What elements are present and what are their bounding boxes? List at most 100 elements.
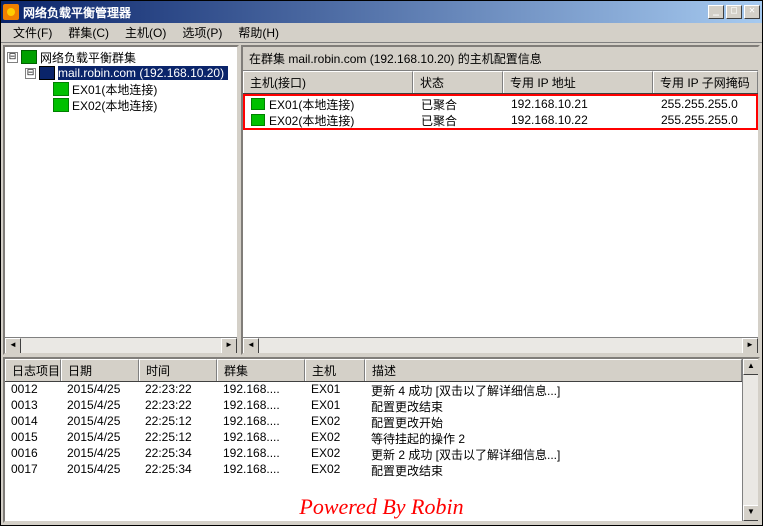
table-row[interactable]: EX01(本地连接) 已聚合 192.168.10.21 255.255.255… <box>245 96 756 112</box>
scroll-right-button[interactable]: ► <box>221 338 237 354</box>
log-columns: 日志项目 日期 时间 群集 主机 描述 <box>5 359 742 382</box>
cell-host: EX01 <box>305 382 365 398</box>
scroll-down-button[interactable]: ▼ <box>743 505 758 521</box>
log-row[interactable]: 0016 2015/4/25 22:25:34 192.168.... EX02… <box>5 446 742 462</box>
menu-help[interactable]: 帮助(H) <box>230 22 287 43</box>
detail-scrollbar-h[interactable]: ◄ ► <box>243 337 758 353</box>
cell-desc: 更新 4 成功 [双击以了解详细信息...] <box>365 382 742 398</box>
tree-panel: ⊟ 网络负载平衡群集 ⊟ mail.robin.com (192.168.10.… <box>3 45 239 355</box>
tree-node-label: EX02(本地连接) <box>72 97 157 114</box>
col-log-date[interactable]: 日期 <box>61 359 139 381</box>
cell-time: 22:23:22 <box>139 382 217 398</box>
cell-idx: 0015 <box>5 430 61 446</box>
tree-node-ex02[interactable]: EX02(本地连接) <box>7 97 235 113</box>
cell-cluster: 192.168.... <box>217 462 305 478</box>
menu-cluster[interactable]: 群集(C) <box>60 22 117 43</box>
window-controls: _ □ ✕ <box>708 5 760 19</box>
tree-scrollbar-h[interactable]: ◄ ► <box>5 337 237 353</box>
cell-idx: 0012 <box>5 382 61 398</box>
col-log-idx[interactable]: 日志项目 <box>5 359 61 381</box>
scroll-right-button[interactable]: ► <box>742 338 758 354</box>
cell-mask: 255.255.255.0 <box>655 97 756 111</box>
cell-idx: 0014 <box>5 414 61 430</box>
cell-mask: 255.255.255.0 <box>655 113 756 127</box>
scroll-up-button[interactable]: ▲ <box>743 359 758 375</box>
menu-file[interactable]: 文件(F) <box>5 22 60 43</box>
scroll-left-button[interactable]: ◄ <box>243 338 259 354</box>
close-button[interactable]: ✕ <box>744 5 760 19</box>
scroll-track[interactable] <box>259 338 742 353</box>
menubar: 文件(F) 群集(C) 主机(O) 选项(P) 帮助(H) <box>1 23 762 43</box>
cell-desc: 配置更改结束 <box>365 398 742 414</box>
cell-time: 22:25:12 <box>139 430 217 446</box>
cluster-group-icon <box>21 50 37 64</box>
scroll-track[interactable] <box>21 338 221 353</box>
cell-ip: 192.168.10.22 <box>505 113 655 127</box>
top-panels: ⊟ 网络负载平衡群集 ⊟ mail.robin.com (192.168.10.… <box>3 45 760 355</box>
log-row[interactable]: 0015 2015/4/25 22:25:12 192.168.... EX02… <box>5 430 742 446</box>
expand-icon[interactable]: ⊟ <box>7 52 18 63</box>
menu-host[interactable]: 主机(O) <box>117 22 174 43</box>
cell-cluster: 192.168.... <box>217 382 305 398</box>
log-row[interactable]: 0014 2015/4/25 22:25:12 192.168.... EX02… <box>5 414 742 430</box>
cell-desc: 配置更改开始 <box>365 414 742 430</box>
scroll-track[interactable] <box>743 375 758 505</box>
tree-cluster[interactable]: ⊟ mail.robin.com (192.168.10.20) <box>7 65 235 81</box>
minimize-button[interactable]: _ <box>708 5 724 19</box>
titlebar: 网络负载平衡管理器 _ □ ✕ <box>1 1 762 23</box>
menu-options[interactable]: 选项(P) <box>174 22 230 43</box>
app-icon <box>3 4 19 20</box>
col-log-desc[interactable]: 描述 <box>365 359 742 381</box>
log-row[interactable]: 0017 2015/4/25 22:25:34 192.168.... EX02… <box>5 462 742 478</box>
log-row[interactable]: 0012 2015/4/25 22:23:22 192.168.... EX01… <box>5 382 742 398</box>
cell-host: EX02 <box>305 430 365 446</box>
app-window: 网络负载平衡管理器 _ □ ✕ 文件(F) 群集(C) 主机(O) 选项(P) … <box>0 0 763 526</box>
cell-date: 2015/4/25 <box>61 430 139 446</box>
cell-time: 22:25:34 <box>139 446 217 462</box>
detail-panel: 在群集 mail.robin.com (192.168.10.20) 的主机配置… <box>241 45 760 355</box>
cell-host: EX02 <box>305 446 365 462</box>
detail-columns: 主机(接口) 状态 专用 IP 地址 专用 IP 子网掩码 <box>243 71 758 94</box>
tree-view[interactable]: ⊟ 网络负载平衡群集 ⊟ mail.robin.com (192.168.10.… <box>5 47 237 337</box>
log-scrollbar-v[interactable]: ▲ ▼ <box>742 359 758 521</box>
cell-idx: 0016 <box>5 446 61 462</box>
col-ip[interactable]: 专用 IP 地址 <box>503 71 653 93</box>
col-log-host[interactable]: 主机 <box>305 359 365 381</box>
cell-host: EX02(本地连接) <box>269 112 354 129</box>
cell-desc: 更新 2 成功 [双击以了解详细信息...] <box>365 446 742 462</box>
scroll-left-button[interactable]: ◄ <box>5 338 21 354</box>
cell-cluster: 192.168.... <box>217 398 305 414</box>
tree-root[interactable]: ⊟ 网络负载平衡群集 <box>7 49 235 65</box>
detail-header: 在群集 mail.robin.com (192.168.10.20) 的主机配置… <box>243 47 758 71</box>
detail-rows: EX01(本地连接) 已聚合 192.168.10.21 255.255.255… <box>243 94 758 337</box>
cell-idx: 0013 <box>5 398 61 414</box>
cell-time: 22:23:22 <box>139 398 217 414</box>
cell-status: 已聚合 <box>415 96 505 113</box>
col-log-cluster[interactable]: 群集 <box>217 359 305 381</box>
log-row[interactable]: 0013 2015/4/25 22:23:22 192.168.... EX01… <box>5 398 742 414</box>
cell-date: 2015/4/25 <box>61 446 139 462</box>
col-status[interactable]: 状态 <box>413 71 503 93</box>
server-icon <box>39 66 55 80</box>
cell-ip: 192.168.10.21 <box>505 97 655 111</box>
cell-time: 22:25:12 <box>139 414 217 430</box>
cell-desc: 等待挂起的操作 2 <box>365 430 742 446</box>
col-log-time[interactable]: 时间 <box>139 359 217 381</box>
expand-icon[interactable]: ⊟ <box>25 68 36 79</box>
col-host[interactable]: 主机(接口) <box>243 71 413 93</box>
window-title: 网络负载平衡管理器 <box>23 4 708 21</box>
table-row[interactable]: EX02(本地连接) 已聚合 192.168.10.22 255.255.255… <box>245 112 756 128</box>
cell-time: 22:25:34 <box>139 462 217 478</box>
cell-host: EX01(本地连接) <box>269 96 354 113</box>
cell-status: 已聚合 <box>415 112 505 129</box>
cell-cluster: 192.168.... <box>217 414 305 430</box>
maximize-button[interactable]: □ <box>726 5 742 19</box>
cell-cluster: 192.168.... <box>217 446 305 462</box>
tree-node-ex01[interactable]: EX01(本地连接) <box>7 81 235 97</box>
cell-cluster: 192.168.... <box>217 430 305 446</box>
server-icon <box>251 114 265 126</box>
cell-date: 2015/4/25 <box>61 398 139 414</box>
tree-cluster-label: mail.robin.com (192.168.10.20) <box>58 66 228 80</box>
col-mask[interactable]: 专用 IP 子网掩码 <box>653 71 758 93</box>
server-icon <box>53 98 69 112</box>
